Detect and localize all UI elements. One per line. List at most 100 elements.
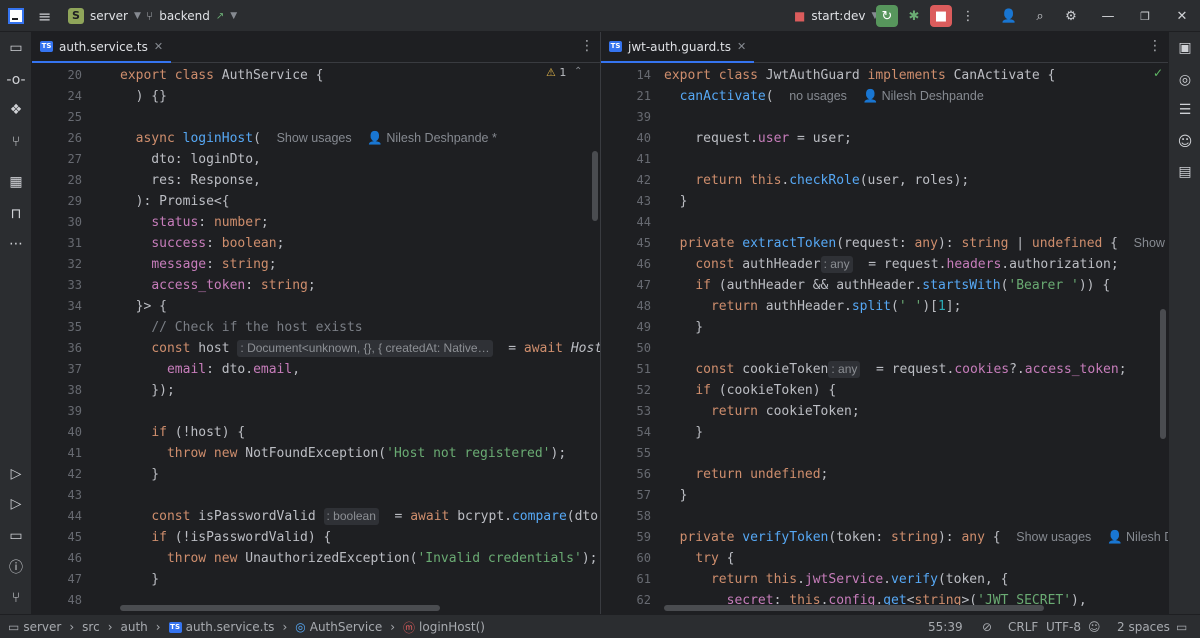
notifications-icon[interactable]: ▣ (1175, 38, 1195, 58)
line-number[interactable]: 32 (42, 254, 82, 275)
git-icon[interactable]: ⑂ (6, 588, 26, 608)
usages-hint[interactable]: Show usages (277, 131, 352, 145)
line-number[interactable]: 26 (42, 128, 82, 149)
more-tools-icon[interactable]: ⋯ (6, 234, 26, 254)
copilot-icon[interactable]: ☺ (1175, 132, 1195, 152)
line-number[interactable]: 42 (42, 464, 82, 485)
horizontal-scrollbar[interactable] (120, 605, 440, 611)
line-number[interactable]: 40 (611, 128, 651, 149)
horizontal-scrollbar[interactable] (664, 605, 1044, 611)
line-number[interactable]: 45 (42, 527, 82, 548)
search-icon[interactable]: ⌕ (1029, 5, 1051, 27)
main-menu-icon[interactable]: ≡ (38, 0, 51, 32)
problems-icon[interactable]: ⓘ (6, 558, 26, 578)
line-number[interactable]: 49 (611, 317, 651, 338)
debug-icon[interactable]: ✱ (903, 5, 925, 27)
line-number[interactable]: 30 (42, 212, 82, 233)
line-number[interactable]: 41 (42, 443, 82, 464)
indent-setting[interactable]: 2 spaces (1117, 615, 1170, 638)
tab-menu-icon[interactable]: ⋮ (1148, 38, 1162, 54)
line-number[interactable]: 43 (42, 485, 82, 506)
chevron-up-icon[interactable]: ⌃ (574, 66, 582, 77)
line-number[interactable]: 34 (42, 296, 82, 317)
line-number[interactable]: 47 (611, 275, 651, 296)
line-number[interactable]: 14 (611, 65, 651, 86)
line-number[interactable]: 24 (42, 86, 82, 107)
close-tab-icon[interactable]: ✕ (737, 40, 746, 53)
line-number[interactable]: 47 (42, 569, 82, 590)
line-ending[interactable]: CRLF (1008, 615, 1038, 638)
checkmark-icon[interactable]: ✓ (1153, 66, 1163, 80)
app-logo-icon[interactable] (8, 0, 24, 32)
branch-selector[interactable]: ⑂ backend ↗ ▼ (146, 0, 237, 32)
breadcrumb-item[interactable]: loginHost() (419, 620, 485, 634)
line-number[interactable]: 61 (611, 569, 651, 590)
tab-jwt-auth-guard[interactable]: TS jwt-auth.guard.ts ✕ (601, 32, 755, 63)
right-code[interactable]: export class JwtAuthGuard implements Can… (664, 63, 1168, 608)
line-number[interactable]: 39 (611, 107, 651, 128)
line-number[interactable]: 50 (611, 338, 651, 359)
usages-hint[interactable]: Show usages (1016, 530, 1091, 544)
left-code[interactable]: export class AuthService { ) {} async lo… (120, 63, 600, 587)
line-number[interactable]: 46 (611, 254, 651, 275)
lock-icon[interactable]: ⊘ (982, 615, 992, 638)
line-number[interactable]: 51 (611, 359, 651, 380)
line-number[interactable]: 44 (611, 212, 651, 233)
warning-icon[interactable]: ⚠ 1 (546, 66, 566, 79)
line-number[interactable]: 27 (42, 149, 82, 170)
line-number[interactable]: 40 (42, 422, 82, 443)
vertical-scrollbar[interactable] (1160, 309, 1166, 439)
more-icon[interactable]: ⋮ (957, 5, 979, 27)
cursor-position[interactable]: 55:39 (928, 615, 963, 638)
line-number[interactable]: 48 (611, 296, 651, 317)
commit-icon[interactable]: -o- (6, 70, 26, 90)
breadcrumb-item[interactable]: auth (121, 620, 148, 634)
file-encoding[interactable]: UTF-8 (1046, 615, 1081, 638)
line-number[interactable]: 43 (611, 191, 651, 212)
pull-requests-icon[interactable]: ⑂ (6, 132, 26, 152)
breadcrumb-item[interactable]: server (23, 620, 61, 634)
database-icon[interactable]: ☰ (1175, 100, 1195, 120)
line-number[interactable]: 54 (611, 422, 651, 443)
line-number[interactable]: 44 (42, 506, 82, 527)
line-number[interactable]: 42 (611, 170, 651, 191)
line-number[interactable]: 31 (42, 233, 82, 254)
minimize-icon[interactable]: — (1097, 5, 1119, 27)
line-number[interactable]: 36 (42, 338, 82, 359)
tab-menu-icon[interactable]: ⋮ (580, 38, 594, 54)
line-number[interactable]: 35 (42, 317, 82, 338)
line-number[interactable]: 46 (42, 548, 82, 569)
run-config-selector[interactable]: ■ start:dev ▼ (794, 0, 878, 32)
bookmarks-icon[interactable]: ⊓ (6, 204, 26, 224)
line-number[interactable]: 25 (42, 107, 82, 128)
close-tab-icon[interactable]: ✕ (154, 40, 163, 53)
run-icon[interactable]: ▷ (6, 494, 26, 514)
line-number[interactable]: 52 (611, 380, 651, 401)
vertical-scrollbar[interactable] (592, 151, 598, 221)
line-number[interactable]: 41 (611, 149, 651, 170)
line-number[interactable]: 58 (611, 506, 651, 527)
line-number[interactable]: 45 (611, 233, 651, 254)
line-number[interactable]: 56 (611, 464, 651, 485)
left-editor[interactable]: 20 24 25 26 27 28 29 30 31 32 33 34 35 36 37 38 39 40 41 42… (32, 63, 600, 614)
line-number[interactable]: 53 (611, 401, 651, 422)
structure-icon[interactable]: ▦ (6, 172, 26, 192)
close-icon[interactable]: ✕ (1171, 5, 1193, 27)
plugins-icon[interactable]: ❖ (6, 100, 26, 120)
line-number[interactable]: 48 (42, 590, 82, 611)
line-number[interactable]: 29 (42, 191, 82, 212)
line-number[interactable]: 38 (42, 380, 82, 401)
stop-icon[interactable]: ■ (930, 5, 952, 27)
line-number[interactable]: 60 (611, 548, 651, 569)
line-number[interactable]: 39 (42, 401, 82, 422)
copilot-status-icon[interactable]: ☺ (1088, 615, 1101, 638)
rerun-icon[interactable]: ↻ (876, 5, 898, 27)
restore-icon[interactable]: ❐ (1134, 5, 1156, 27)
line-number[interactable]: 55 (611, 443, 651, 464)
line-number[interactable]: 59 (611, 527, 651, 548)
tab-auth-service[interactable]: TS auth.service.ts ✕ (32, 32, 172, 63)
project-selector[interactable]: S server ▼ (68, 0, 141, 32)
codeium-icon[interactable]: ▤ (1175, 162, 1195, 182)
line-number[interactable]: 57 (611, 485, 651, 506)
ai-assistant-icon[interactable]: ◎ (1175, 70, 1195, 90)
